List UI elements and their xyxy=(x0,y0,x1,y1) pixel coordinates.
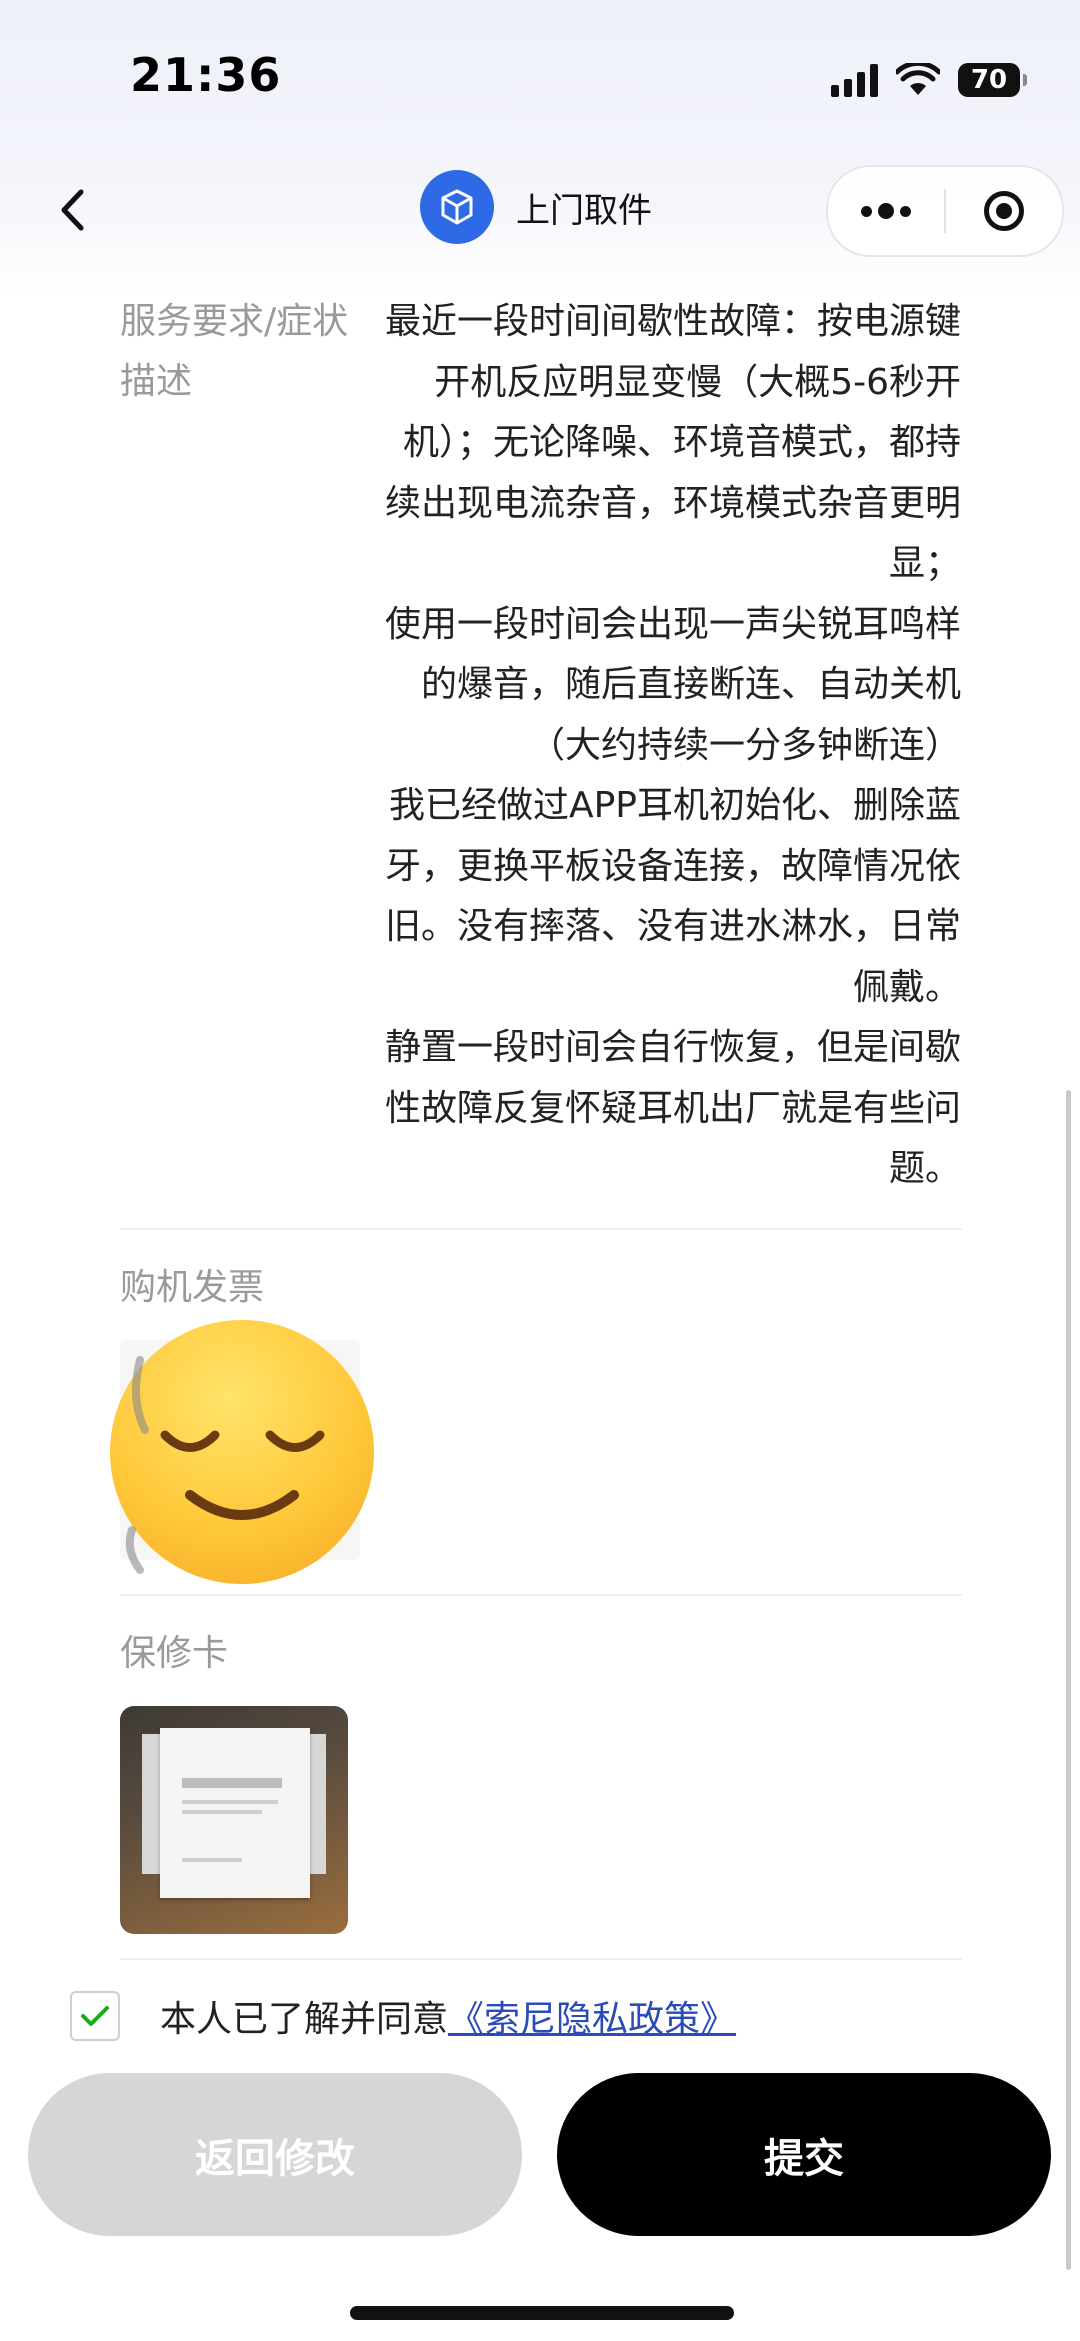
checkmark-icon xyxy=(81,2006,109,2026)
service-description-text: 最近一段时间间歇性故障：按电源键开机反应明显变慢（大概5-6秒开机）；无论降噪、… xyxy=(385,292,961,1200)
close-miniprogram-button[interactable] xyxy=(946,167,1062,255)
submit-button[interactable]: 提交 xyxy=(557,2073,1051,2236)
home-indicator[interactable] xyxy=(350,2306,734,2320)
more-dots-icon xyxy=(861,205,872,217)
wifi-icon xyxy=(896,63,940,95)
scrollbar[interactable] xyxy=(1066,1090,1071,2270)
description-paragraph: 使用一段时间会出现一声尖锐耳鸣样的爆音，随后直接断连、自动关机（大约持续一分多钟… xyxy=(385,603,962,766)
chevron-left-icon xyxy=(61,189,84,231)
description-paragraph: 我已经做过APP耳机初始化、删除蓝牙，更换平板设备连接，故障情况依旧。没有摔落、… xyxy=(385,785,962,1008)
privacy-agreement-row: 本人已了解并同意 《索尼隐私政策》 xyxy=(70,1990,736,2042)
back-button[interactable] xyxy=(52,180,92,240)
back-to-edit-button[interactable]: 返回修改 xyxy=(28,2073,522,2236)
warranty-card-label: 保修卡 xyxy=(120,1633,229,1674)
service-description-label: 服务要求/症状描述 xyxy=(120,301,349,402)
warranty-card-image[interactable] xyxy=(120,1706,348,1934)
divider xyxy=(120,1958,962,1960)
invoice-label: 购机发票 xyxy=(120,1267,265,1308)
divider xyxy=(120,1228,962,1230)
description-paragraph: 静置一段时间会自行恢复，但是间歇性故障反复怀疑耳机出厂就是有些问题。 xyxy=(385,1027,962,1189)
relieved-face-emoji-icon xyxy=(110,1320,374,1584)
agreement-text: 本人已了解并同意 xyxy=(160,1999,449,2040)
page-title: 上门取件 xyxy=(516,190,652,231)
cube-icon xyxy=(420,170,494,244)
agreement-checkbox[interactable] xyxy=(70,1991,120,2041)
description-paragraph: 最近一段时间间歇性故障：按电源键开机反应明显变慢（大概5-6秒开机）；无论降噪、… xyxy=(385,301,962,584)
miniprogram-capsule xyxy=(826,165,1064,257)
invoice-image[interactable] xyxy=(110,1320,380,1590)
status-time: 21:36 xyxy=(130,48,282,102)
nav-title-group: 上门取件 xyxy=(420,170,652,244)
signal-icon xyxy=(831,63,878,97)
target-circle-icon xyxy=(984,191,1024,231)
status-icons: 70 xyxy=(831,58,1027,102)
battery-indicator: 70 xyxy=(958,63,1027,97)
warranty-document xyxy=(160,1728,310,1898)
privacy-policy-link[interactable]: 《索尼隐私政策》 xyxy=(448,1990,736,2042)
divider xyxy=(120,1594,962,1596)
more-button[interactable] xyxy=(828,167,944,255)
